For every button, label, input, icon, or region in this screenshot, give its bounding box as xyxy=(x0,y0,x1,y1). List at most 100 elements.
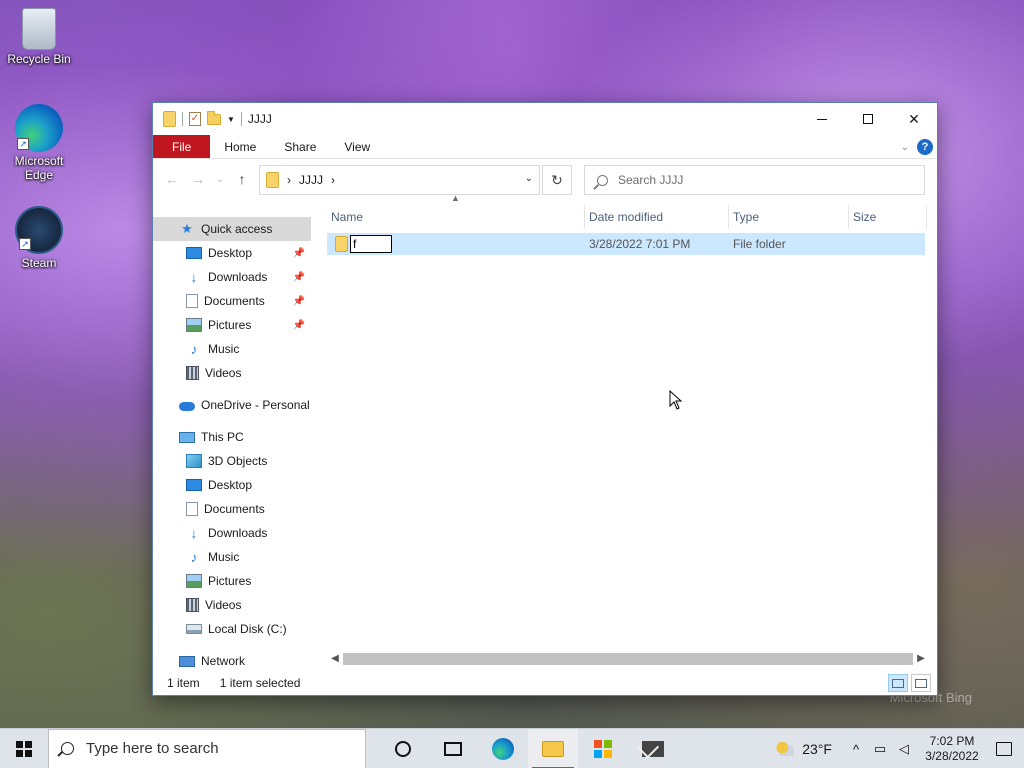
notifications-button[interactable] xyxy=(984,742,1024,756)
tab-view[interactable]: View xyxy=(330,135,384,158)
tab-file[interactable]: File xyxy=(153,135,211,158)
sidebar-item-pictures[interactable]: Pictures 📌 xyxy=(153,313,311,337)
network-icon xyxy=(179,655,195,667)
network-status-icon[interactable]: ▭ xyxy=(868,741,892,757)
back-button[interactable]: ← xyxy=(159,171,185,187)
ribbon-tabs: File Home Share View ⌄ ? xyxy=(153,135,937,159)
breadcrumb-separator[interactable]: › xyxy=(287,173,291,187)
sidebar-item-pc-music[interactable]: ♪ Music xyxy=(153,545,311,569)
properties-icon[interactable]: ✓ xyxy=(189,112,201,126)
recycle-bin-icon[interactable]: Recycle Bin xyxy=(4,6,74,66)
sidebar-item-pc-desktop[interactable]: Desktop xyxy=(153,473,311,497)
weather-widget[interactable]: 23°F xyxy=(776,741,832,757)
sidebar-item-documents[interactable]: Documents 📌 xyxy=(153,289,311,313)
taskbar: Type here to search 23°F ^ ▭ ◁ 7:02 PM 3… xyxy=(0,728,1024,768)
pin-icon: 📌 xyxy=(292,319,305,331)
cloud-icon xyxy=(179,402,195,411)
recent-locations-button[interactable]: ⌄ xyxy=(211,174,229,185)
cortana-icon xyxy=(395,740,411,757)
clock[interactable]: 7:02 PM 3/28/2022 xyxy=(920,734,984,764)
rename-input[interactable] xyxy=(350,235,392,253)
details-view-button[interactable] xyxy=(888,674,908,692)
scrollbar-thumb[interactable] xyxy=(343,652,913,665)
taskbar-edge[interactable] xyxy=(478,729,528,768)
taskbar-search-input[interactable]: Type here to search xyxy=(48,728,366,768)
minimize-button[interactable] xyxy=(799,103,845,135)
address-bar[interactable]: › JJJJ › ⌄ xyxy=(259,165,540,195)
sidebar-item-label: Documents xyxy=(204,294,265,308)
up-button[interactable]: ↑ xyxy=(229,171,255,187)
taskbar-store[interactable] xyxy=(578,729,628,768)
sidebar-item-network[interactable]: Network xyxy=(153,649,311,673)
sidebar-item-3d-objects[interactable]: 3D Objects xyxy=(153,449,311,473)
weather-icon xyxy=(776,742,795,756)
task-view-button[interactable] xyxy=(428,729,478,768)
divider xyxy=(182,112,183,126)
address-dropdown-icon[interactable]: ⌄ xyxy=(525,173,533,184)
sidebar-item-pc-downloads[interactable]: ↓ Downloads xyxy=(153,521,311,545)
steam-label: Steam xyxy=(21,256,57,270)
sidebar-item-label: Videos xyxy=(205,598,242,612)
music-icon: ♪ xyxy=(190,549,198,565)
sidebar-item-this-pc[interactable]: This PC xyxy=(153,425,311,449)
sidebar-item-onedrive[interactable]: OneDrive - Personal xyxy=(153,393,311,417)
column-header-date[interactable]: Date modified xyxy=(585,205,729,229)
sidebar-item-label: Documents xyxy=(204,502,265,516)
help-icon[interactable]: ? xyxy=(917,139,933,155)
folder-icon xyxy=(335,236,348,252)
sidebar-item-pc-pictures[interactable]: Pictures xyxy=(153,569,311,593)
sidebar-item-label: Downloads xyxy=(208,270,268,284)
show-hidden-icons-icon[interactable]: ^ xyxy=(844,742,868,757)
selection-count: 1 item selected xyxy=(219,676,301,690)
breadcrumb-jjjj[interactable]: JJJJ xyxy=(299,173,323,187)
taskbar-mail[interactable] xyxy=(628,729,678,768)
sidebar-item-desktop[interactable]: Desktop 📌 xyxy=(153,241,311,265)
table-row[interactable]: 3/28/2022 7:01 PM File folder xyxy=(327,233,925,255)
sidebar-item-pc-videos[interactable]: Videos xyxy=(153,593,311,617)
expand-ribbon-icon[interactable]: ⌄ xyxy=(901,142,909,153)
pin-icon: 📌 xyxy=(292,247,305,259)
large-icons-view-button[interactable] xyxy=(911,674,931,692)
search-input[interactable]: Search JJJJ xyxy=(584,165,925,195)
taskbar-search-placeholder: Type here to search xyxy=(86,740,219,757)
file-list[interactable]: ▲ Name Date modified Type Size 3/28/2022… xyxy=(327,193,937,671)
folder-icon xyxy=(266,172,279,188)
column-header-name[interactable]: Name xyxy=(327,205,585,229)
start-button[interactable] xyxy=(0,729,48,768)
microsoft-edge-icon[interactable]: ↗ Microsoft Edge xyxy=(4,104,74,182)
breadcrumb-separator[interactable]: › xyxy=(331,173,335,187)
navigation-pane[interactable]: ★ Quick access Desktop 📌 ↓ Downloads 📌 D… xyxy=(153,217,311,671)
sidebar-item-pc-documents[interactable]: Documents xyxy=(153,497,311,521)
maximize-button[interactable] xyxy=(845,103,891,135)
navigation-bar: ← → ⌄ ↑ › JJJJ › ⌄ ↻ Search JJJJ xyxy=(153,159,937,199)
minimize-icon xyxy=(817,118,827,120)
desktop-icon xyxy=(186,247,202,259)
refresh-button[interactable]: ↻ xyxy=(542,165,572,195)
volume-icon[interactable]: ◁ xyxy=(892,741,916,757)
sidebar-item-music[interactable]: ♪ Music xyxy=(153,337,311,361)
scroll-right-icon[interactable]: ▶ xyxy=(913,653,929,664)
column-header-type[interactable]: Type xyxy=(729,205,849,229)
tab-home[interactable]: Home xyxy=(210,135,270,158)
sidebar-item-videos[interactable]: Videos xyxy=(153,361,311,385)
new-folder-icon[interactable] xyxy=(207,110,221,125)
pin-icon: 📌 xyxy=(292,271,305,283)
maximize-icon xyxy=(863,114,873,124)
downloads-icon: ↓ xyxy=(190,269,198,285)
sidebar-item-quick-access[interactable]: ★ Quick access xyxy=(153,217,311,241)
cortana-button[interactable] xyxy=(378,729,428,768)
column-header-size[interactable]: Size xyxy=(849,205,927,229)
steam-icon[interactable]: ↗ Steam xyxy=(4,206,74,270)
sidebar-item-local-disk[interactable]: Local Disk (C:) xyxy=(153,617,311,641)
sidebar-item-label: Pictures xyxy=(208,318,252,332)
title-bar[interactable]: ✓ ▼ JJJJ ✕ xyxy=(153,103,937,135)
sidebar-item-downloads[interactable]: ↓ Downloads 📌 xyxy=(153,265,311,289)
forward-button[interactable]: → xyxy=(185,171,211,187)
scroll-left-icon[interactable]: ◀ xyxy=(327,653,343,664)
close-button[interactable]: ✕ xyxy=(891,103,937,135)
tab-share[interactable]: Share xyxy=(270,135,330,158)
taskbar-file-explorer[interactable] xyxy=(528,728,578,768)
customize-qat-icon[interactable]: ▼ xyxy=(227,115,235,124)
horizontal-scrollbar[interactable]: ◀ ▶ xyxy=(327,650,929,667)
sidebar-item-label: OneDrive - Personal xyxy=(201,398,310,412)
